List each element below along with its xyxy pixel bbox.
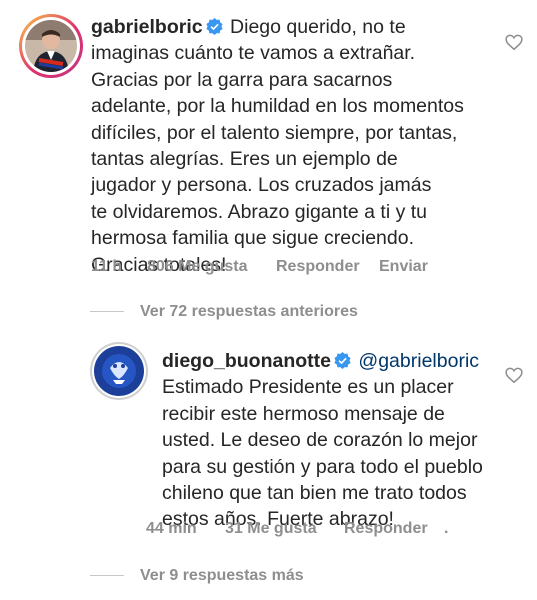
avatar-photo: [25, 20, 77, 72]
comment-meta: 44 min 31 Me gusta Responder .: [146, 520, 466, 540]
comment-text-line: Diego querido, no te: [230, 16, 406, 38]
more-options-button[interactable]: .: [444, 520, 448, 538]
comment-body: diego_buonanotte @gabrielboric Estimado …: [162, 348, 483, 533]
comment-text-line: Gracias por la garra para sacarnos: [91, 68, 393, 91]
comment-text-line: jugador y persona. Los cruzados jamás: [91, 174, 432, 197]
likes-count[interactable]: 806 Me gusta: [147, 258, 247, 276]
comment-text-line: te olvidaremos. Abrazo gigante a ti y tu: [91, 200, 428, 223]
comment-text-line: difíciles, por el talento siempre, por t…: [91, 121, 458, 144]
comment-meta: 11 h 806 Me gusta Responder Enviar: [91, 258, 511, 278]
verified-badge-icon: [334, 352, 351, 369]
username[interactable]: diego_buonanotte: [162, 350, 331, 372]
verified-badge-icon: [206, 18, 223, 35]
reply-button[interactable]: Responder: [276, 258, 360, 276]
comment-text-line: recibir este hermoso mensaje de: [162, 402, 445, 425]
comment-text-line: usted. Le deseo de corazón lo mejor: [162, 429, 478, 452]
comment-text-line: adelante, por la humildad en los momento…: [91, 95, 464, 118]
like-heart-icon[interactable]: [505, 367, 523, 384]
comment-text-line: tantas alegrías. Eres un ejemplo de: [91, 148, 398, 171]
reply-button[interactable]: Responder: [344, 520, 428, 538]
likes-count[interactable]: 31 Me gusta: [225, 520, 317, 538]
comment-body: gabrielboric Diego querido, no te imagin…: [91, 14, 464, 278]
comment-text-line: hermosa familia que sigue creciendo.: [91, 227, 415, 250]
mention-link[interactable]: @gabrielboric: [358, 350, 479, 372]
send-button[interactable]: Enviar: [379, 258, 428, 276]
divider: [90, 575, 124, 577]
comment-time: 44 min: [146, 520, 197, 537]
avatar-photo: [94, 346, 144, 396]
avatar[interactable]: [90, 342, 148, 400]
username[interactable]: gabrielboric: [91, 16, 203, 38]
comment-text-line: Estimado Presidente es un placer: [162, 376, 454, 399]
comment-text-line: para su gestión y para todo el pueblo: [162, 455, 483, 478]
view-previous-replies-label: Ver 72 respuestas anteriores: [140, 303, 358, 320]
avatar[interactable]: [19, 14, 83, 78]
comment-text-line: imaginas cuánto te vamos a extrañar.: [91, 42, 416, 65]
view-previous-replies[interactable]: Ver 72 respuestas anteriores: [90, 303, 358, 321]
comment-text-line: chileno que tan bien me trato todos: [162, 482, 467, 505]
view-more-replies[interactable]: Ver 9 respuestas más: [90, 567, 304, 585]
divider: [90, 311, 124, 313]
like-heart-icon[interactable]: [505, 34, 523, 51]
comment-time: 11 h: [91, 258, 123, 275]
view-more-replies-label: Ver 9 respuestas más: [140, 567, 304, 584]
